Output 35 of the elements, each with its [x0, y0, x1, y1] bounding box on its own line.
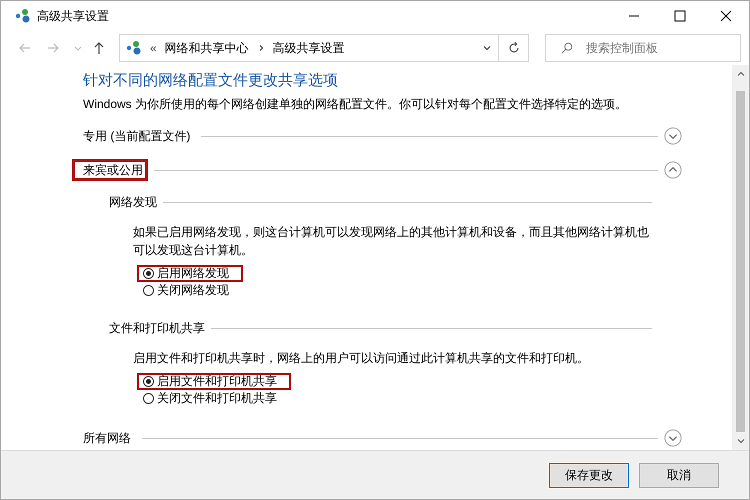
dropdown-caret-icon[interactable] — [482, 43, 492, 53]
network-icon — [126, 40, 142, 56]
radio-option[interactable]: 关闭文件和打印机共享 — [137, 390, 291, 407]
window-title: 高级共享设置 — [37, 8, 109, 24]
radio-option[interactable]: 启用网络发现 — [137, 265, 243, 282]
page-heading: 针对不同的网络配置文件更改共享选项 — [83, 71, 339, 91]
refresh-icon — [506, 41, 520, 55]
search-icon — [560, 41, 574, 55]
radio-button[interactable] — [143, 376, 154, 387]
breadcrumb-item[interactable]: 高级共享设置 — [272, 40, 345, 56]
profile-title[interactable]: 专用 (当前配置文件) — [72, 125, 196, 147]
network-icon — [15, 8, 31, 24]
radio-button[interactable] — [143, 393, 154, 404]
radio-button[interactable] — [143, 268, 154, 279]
radio-option[interactable]: 启用文件和打印机共享 — [137, 373, 291, 390]
overflow-chevrons[interactable]: « — [150, 41, 157, 55]
radio-button[interactable] — [143, 285, 154, 296]
save-button[interactable]: 保存更改 — [549, 462, 629, 488]
profile-title[interactable]: 所有网络 — [72, 427, 136, 449]
search-field[interactable]: 搜索控制面板 — [545, 34, 741, 62]
address-bar[interactable]: « 网络和共享中心 高级共享设置 — [119, 34, 499, 62]
cancel-button[interactable]: 取消 — [639, 462, 719, 488]
section-description: 如果已启用网络发现，则这台计算机可以发现网络上的其他计算机和设备，而且其他网络计算机也可以发现这台计算机。 — [133, 224, 650, 259]
expand-chevron-icon[interactable] — [664, 429, 682, 447]
section-description: 启用文件和打印机共享时，网络上的用户可以访问通过此计算机共享的文件和打印机。 — [133, 350, 590, 367]
intro-text: Windows 为你所使用的每个网络创建单独的网络配置文件。你可以针对每个配置文件选择特定的选项。 — [83, 96, 628, 113]
profile-title[interactable]: 来宾或公用 — [72, 159, 148, 181]
section-title: 网络发现 — [109, 194, 157, 211]
chevron-icon — [256, 44, 265, 52]
expand-chevron-icon[interactable] — [664, 127, 682, 145]
breadcrumb-item[interactable]: 网络和共享中心 — [164, 40, 249, 56]
radio-option[interactable]: 关闭网络发现 — [137, 282, 243, 299]
refresh-button[interactable] — [499, 34, 529, 62]
section-title: 文件和打印机共享 — [109, 320, 205, 337]
collapse-chevron-icon[interactable] — [664, 161, 682, 179]
